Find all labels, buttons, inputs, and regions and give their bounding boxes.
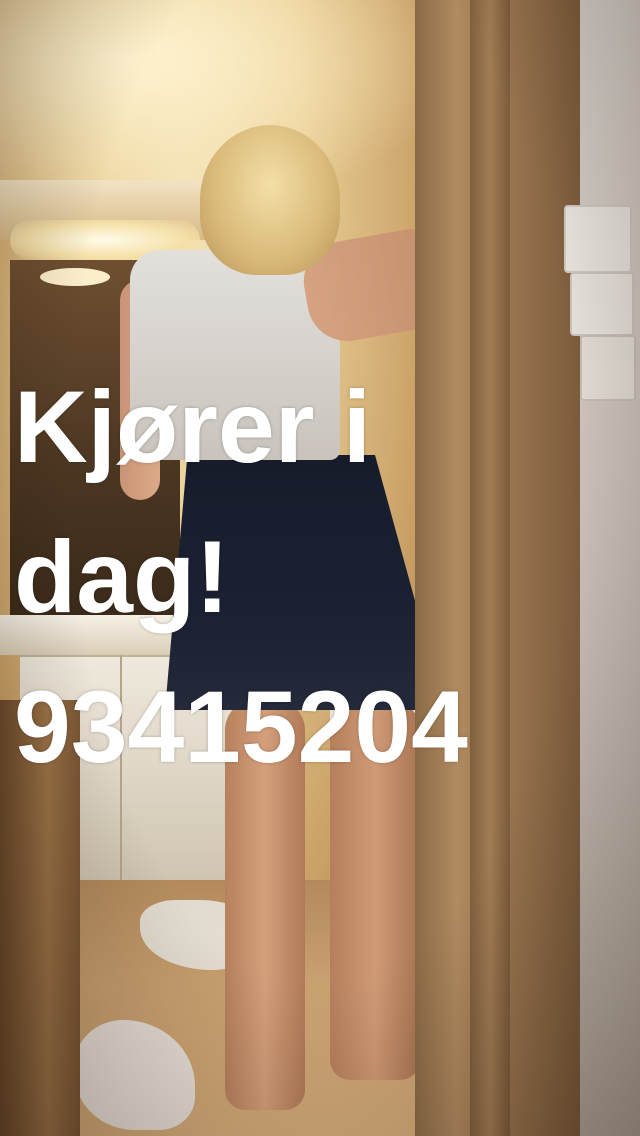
caption-phone-number: 93415204 — [14, 670, 468, 784]
mirror-lamp — [40, 268, 110, 286]
light-switch — [570, 272, 634, 336]
snap-caption: Kjører i dag! 93415204 — [14, 352, 634, 802]
light-switch — [564, 205, 632, 273]
person-hair — [200, 125, 340, 275]
caption-line: Kjører i — [14, 370, 372, 484]
snapchat-photo: Kjører i dag! 93415204 — [0, 0, 640, 1136]
caption-line: dag! — [14, 520, 230, 634]
